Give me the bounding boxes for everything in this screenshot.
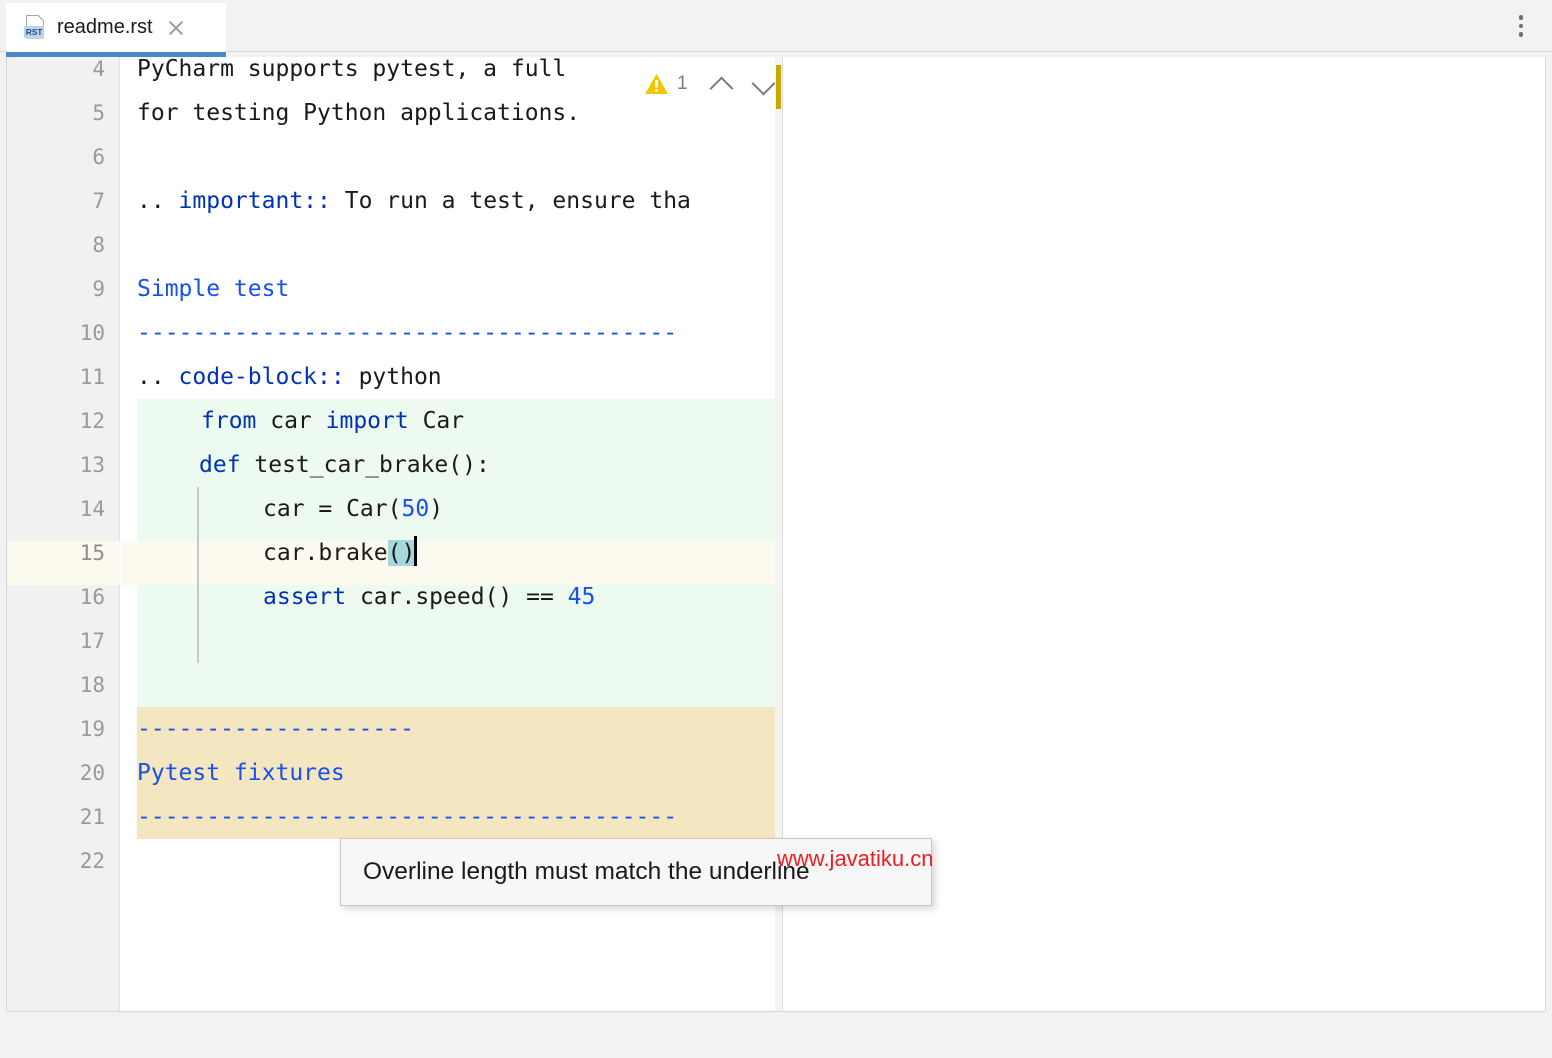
python-keyword: def — [199, 452, 241, 478]
line-number-current: 15 — [6, 531, 105, 575]
code-line-16: assert car.speed() == 45 — [263, 575, 595, 619]
close-icon[interactable] — [165, 17, 187, 39]
chevron-up-icon[interactable] — [704, 67, 738, 101]
line-number: 7 — [6, 179, 105, 223]
line-number-gutter[interactable]: 4 5 6 7 8 9 10 11 12 13 14 15 16 17 18 1… — [7, 57, 120, 1011]
rst-directive: code-block:: — [179, 364, 345, 390]
pycharm-editor-window: RST readme.rst 4 5 6 7 8 9 10 11 12 13 1… — [0, 0, 1552, 1058]
section-heading: Simple test — [137, 276, 289, 302]
code-line-21: --------------------------------------- — [137, 795, 677, 839]
code-line-4: PyCharm supports pytest, a full — [137, 57, 566, 91]
line-number: 4 — [6, 57, 105, 91]
line-text-plain: Car — [409, 408, 464, 434]
python-keyword: from — [201, 408, 256, 434]
tooltip-message: Overline length must match the underline — [363, 858, 810, 886]
line-number: 13 — [6, 443, 105, 487]
editor-tab-bar: RST readme.rst — [0, 0, 1552, 52]
line-text-plain: python — [345, 364, 442, 390]
line-number: 8 — [6, 223, 105, 267]
line-number: 5 — [6, 91, 105, 135]
more-options-icon[interactable] — [1508, 10, 1534, 42]
line-number: 16 — [6, 575, 105, 619]
rst-directive: important:: — [179, 188, 331, 214]
python-keyword: assert — [263, 584, 346, 610]
tab-title-label: readme.rst — [57, 16, 153, 39]
line-text-plain: car.speed() == — [346, 584, 568, 610]
line-number: 22 — [6, 839, 105, 883]
line-number: 12 — [6, 399, 105, 443]
inspection-widget: 1 — [638, 63, 781, 105]
numeric-literal: 50 — [401, 496, 429, 522]
numeric-literal: 45 — [568, 584, 596, 610]
code-line-10: --------------------------------------- — [137, 311, 677, 355]
line-number: 11 — [6, 355, 105, 399]
section-heading: Pytest fixtures — [137, 760, 345, 786]
line-number: 6 — [6, 135, 105, 179]
line-number: 9 — [6, 267, 105, 311]
text-caret — [414, 536, 417, 566]
line-text-plain: ) — [429, 496, 443, 522]
python-keyword: import — [326, 408, 409, 434]
code-line-20: Pytest fixtures — [137, 751, 345, 795]
line-number: 20 — [6, 751, 105, 795]
inspection-marker-warning[interactable] — [776, 65, 781, 109]
error-tooltip: Overline length must match the underline — [340, 838, 932, 906]
line-text-plain: car = Car( — [263, 496, 401, 522]
line-text-plain: .. — [137, 188, 179, 214]
line-number: 21 — [6, 795, 105, 839]
line-text: PyCharm supports pytest, a full — [137, 57, 566, 82]
code-line-12: from car import Car — [201, 399, 464, 443]
line-number: 18 — [6, 663, 105, 707]
line-text: for testing Python applications. — [137, 100, 580, 126]
rst-badge-label: RST — [24, 26, 44, 38]
code-line-14: car = Car(50) — [263, 487, 443, 531]
code-line-5: for testing Python applications. — [137, 91, 580, 135]
line-number: 19 — [6, 707, 105, 751]
code-line-11: .. code-block:: python — [137, 355, 442, 399]
selected-text: () — [388, 540, 416, 566]
line-number: 17 — [6, 619, 105, 663]
line-text-plain: car.brake — [263, 540, 388, 566]
code-line-19: -------------------- — [137, 707, 414, 751]
code-line-9: Simple test — [137, 267, 289, 311]
heading-underline: --------------------------------------- — [137, 320, 677, 346]
indent-guide — [197, 487, 199, 663]
tab-readme-rst[interactable]: RST readme.rst — [6, 3, 226, 52]
line-text-plain: To run a test, ensure tha — [331, 188, 691, 214]
code-line-15: car.brake() — [263, 531, 417, 575]
warning-count-label: 1 — [677, 73, 688, 95]
line-text-plain: .. — [137, 364, 179, 390]
heading-overline: -------------------- — [137, 716, 414, 742]
line-text-plain: car — [256, 408, 325, 434]
code-line-7: .. important:: To run a test, ensure tha — [137, 179, 691, 223]
code-line-13: def test_car_brake(): — [199, 443, 490, 487]
heading-underline: --------------------------------------- — [137, 804, 677, 830]
line-number: 10 — [6, 311, 105, 355]
rst-file-icon: RST — [24, 15, 46, 41]
line-number: 14 — [6, 487, 105, 531]
warning-triangle-icon[interactable] — [644, 73, 669, 95]
line-text-plain: test_car_brake(): — [241, 452, 490, 478]
